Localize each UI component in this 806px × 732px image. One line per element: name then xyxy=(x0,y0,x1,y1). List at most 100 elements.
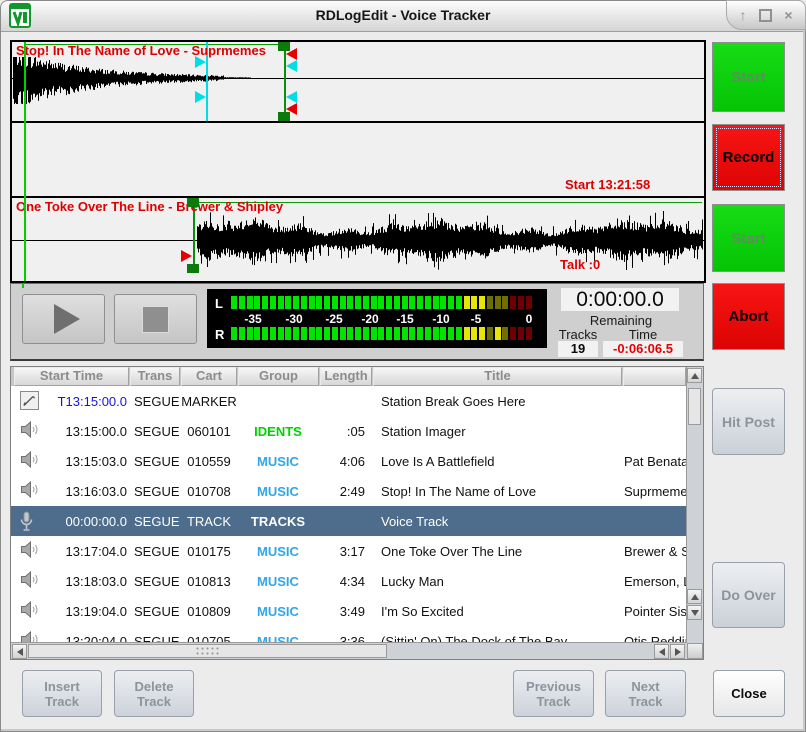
vertical-scrollbar-thumb[interactable] xyxy=(688,388,701,425)
cell-cart: 010809 xyxy=(177,604,241,619)
table-row[interactable]: 13:17:04.0SEGUE010175MUSIC3:17One Toke O… xyxy=(11,536,687,566)
playhead-line[interactable] xyxy=(24,42,26,281)
window-title: RDLogEdit - Voice Tracker xyxy=(0,7,806,23)
vertical-scrollbar[interactable] xyxy=(686,367,703,643)
play-button[interactable] xyxy=(22,294,105,344)
left-meter-row xyxy=(207,296,547,309)
cell-artist: Emerson, Lake & Palmer xyxy=(624,574,686,589)
next-track-button[interactable]: Next Track xyxy=(605,670,686,717)
delete-track-button[interactable]: Delete Track xyxy=(114,670,194,717)
mic-icon xyxy=(20,511,33,535)
scroll-up-button[interactable] xyxy=(687,368,702,383)
table-row[interactable]: T13:15:00.0SEGUEMARKERStation Break Goes… xyxy=(11,386,687,416)
meter-segment xyxy=(316,327,322,340)
scroll-up-button[interactable] xyxy=(687,589,702,604)
column-header-group[interactable]: Group xyxy=(238,367,319,386)
track1-title: Stop! In The Name of Love - Suprmemes xyxy=(16,43,266,58)
cell-length: 4:34 xyxy=(313,574,365,589)
abort-button[interactable]: Abort xyxy=(712,283,785,350)
cell-trans: SEGUE xyxy=(134,394,180,409)
table-row[interactable]: 00:00:00.0SEGUETRACKTRACKSVoice Track xyxy=(11,506,687,536)
cell-group: TRACKS xyxy=(237,514,319,529)
talk-end-marker-icon[interactable] xyxy=(286,91,297,103)
stop-button[interactable] xyxy=(114,294,197,344)
start-track1-button[interactable]: Start xyxy=(712,42,785,112)
cell-group: MUSIC xyxy=(237,574,319,589)
meter-segment xyxy=(471,296,477,309)
meter-segment xyxy=(363,296,369,309)
shade-icon[interactable]: ↑ xyxy=(739,8,746,22)
horizontal-scrollbar[interactable] xyxy=(11,642,687,659)
segue-marker-icon[interactable] xyxy=(181,250,192,262)
column-header-trans[interactable]: Trans xyxy=(130,367,180,386)
hit-post-button[interactable]: Hit Post xyxy=(712,388,785,455)
meter-segment xyxy=(417,296,423,309)
meter-segment xyxy=(495,327,501,340)
table-row[interactable]: 13:15:03.0SEGUE010559MUSIC4:06Love Is A … xyxy=(11,446,687,476)
table-row[interactable]: 13:20:04.0SEGUE010705MUSIC3:36(Sittin' O… xyxy=(11,626,687,643)
meter-segment xyxy=(433,296,439,309)
column-header-artist[interactable] xyxy=(623,367,686,386)
track2-waveform-area[interactable]: One Toke Over The Line - Brewer & Shiple… xyxy=(12,198,704,281)
scroll-left-button[interactable] xyxy=(654,644,669,659)
record-button[interactable]: Record xyxy=(712,124,785,191)
maximize-icon[interactable] xyxy=(759,9,772,22)
meter-segment xyxy=(495,296,501,309)
close-icon[interactable]: × xyxy=(784,8,792,22)
horizontal-scrollbar-thumb[interactable] xyxy=(28,644,387,658)
start-marker-handle[interactable] xyxy=(187,264,199,273)
scroll-right-button[interactable] xyxy=(670,644,685,659)
meter-scale-tick: -10 xyxy=(432,312,449,326)
segue-marker-icon[interactable] xyxy=(286,103,297,115)
meter-segment xyxy=(285,327,291,340)
cell-length: 3:17 xyxy=(313,544,365,559)
meter-segment xyxy=(471,327,477,340)
scrollbar-corner xyxy=(687,643,703,659)
playhead-tick xyxy=(22,283,24,288)
meter-segment xyxy=(355,327,361,340)
meter-segment xyxy=(394,296,400,309)
table-row[interactable]: 13:18:03.0SEGUE010813MUSIC4:34Lucky ManE… xyxy=(11,566,687,596)
meter-segment xyxy=(394,327,400,340)
column-header-title[interactable]: Title xyxy=(373,367,622,386)
meter-segment xyxy=(440,296,446,309)
cell-title: Station Break Goes Here xyxy=(381,394,526,409)
start-track2-button[interactable]: Start xyxy=(712,204,785,272)
start-marker-handle[interactable] xyxy=(187,198,199,207)
track1-waveform-area[interactable]: Stop! In The Name of Love - Suprmemes xyxy=(12,42,704,123)
meter-scale-tick: -5 xyxy=(471,312,482,326)
meter-segment xyxy=(440,327,446,340)
column-header-length[interactable]: Length xyxy=(320,367,372,386)
meter-segment xyxy=(464,296,470,309)
meter-segment xyxy=(324,296,330,309)
talk-marker-icon[interactable] xyxy=(195,91,206,103)
meter-segment xyxy=(355,296,361,309)
table-row[interactable]: 13:19:04.0SEGUE010809MUSIC3:49I'm So Exc… xyxy=(11,596,687,626)
cell-trans: SEGUE xyxy=(134,574,180,589)
meter-segment xyxy=(254,296,260,309)
scroll-left-button[interactable] xyxy=(12,644,27,659)
meter-segment xyxy=(518,296,524,309)
meter-segment xyxy=(270,327,276,340)
meter-segment xyxy=(262,296,268,309)
talk-marker-icon[interactable] xyxy=(195,56,206,68)
segue-marker-icon[interactable] xyxy=(286,48,297,60)
do-over-button[interactable]: Do Over xyxy=(712,562,785,628)
insert-track-button[interactable]: Insert Track xyxy=(22,670,102,717)
cell-start-time: 13:19:04.0 xyxy=(41,604,127,619)
previous-track-button[interactable]: Previous Track xyxy=(513,670,594,717)
meter-segment xyxy=(278,296,284,309)
close-button[interactable]: Close xyxy=(713,670,785,717)
scroll-down-button[interactable] xyxy=(687,605,702,620)
column-header-cart[interactable]: Cart xyxy=(181,367,237,386)
log-table: Start TimeTransCartGroupLengthTitle T13:… xyxy=(10,366,704,660)
cell-start-time: 13:15:00.0 xyxy=(41,424,127,439)
meter-segment xyxy=(247,296,253,309)
talk-end-marker-icon[interactable] xyxy=(286,60,297,72)
table-row[interactable]: 13:16:03.0SEGUE010708MUSIC2:49Stop! In T… xyxy=(11,476,687,506)
table-row[interactable]: 13:15:00.0SEGUE060101IDENTS:05Station Im… xyxy=(11,416,687,446)
cell-start-time: 13:15:03.0 xyxy=(41,454,127,469)
meter-segment xyxy=(386,296,392,309)
voice-track-area[interactable]: Start 13:21:58 xyxy=(12,123,704,198)
column-header-start-time[interactable]: Start Time xyxy=(14,367,129,386)
